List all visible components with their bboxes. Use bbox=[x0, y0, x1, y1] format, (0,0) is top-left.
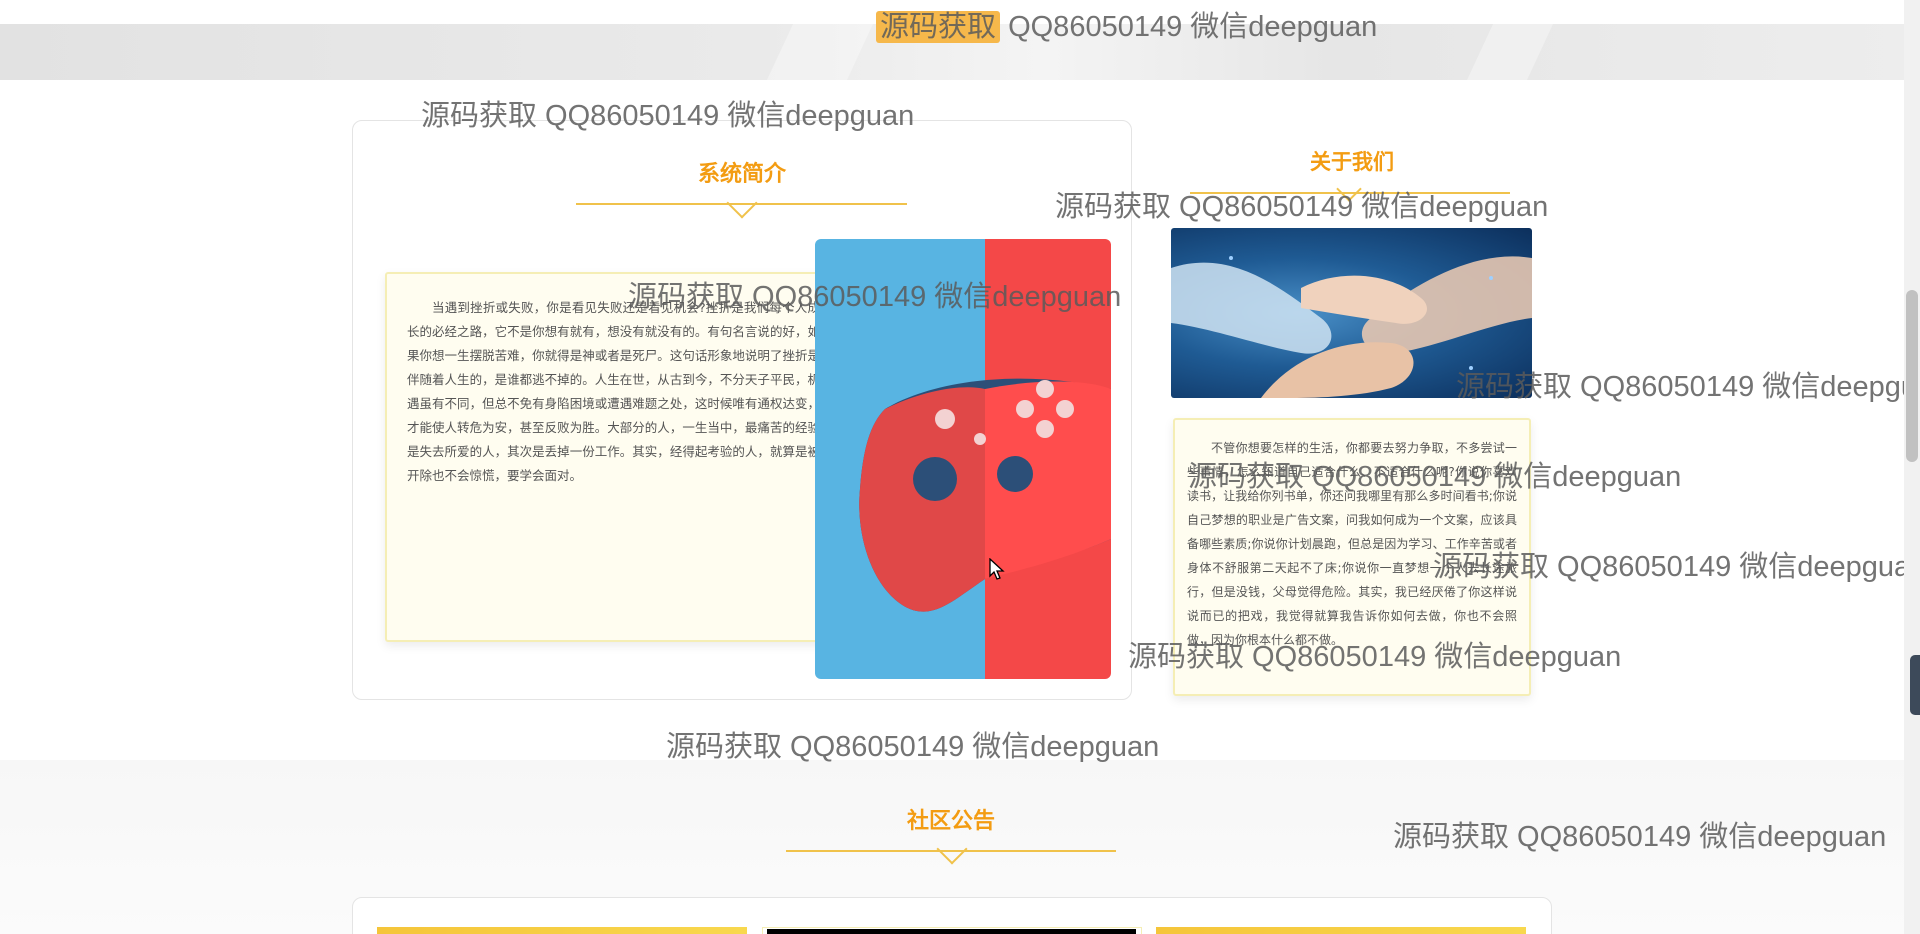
side-panel-handle[interactable] bbox=[1910, 655, 1920, 715]
notice-title: 社区公告 bbox=[906, 809, 995, 834]
teamwork-hands-image bbox=[1171, 228, 1532, 398]
about-title-chevron-icon bbox=[1336, 176, 1362, 202]
about-text: 不管你想要怎样的生活，你都要去努力争取，不多尝试一些事情，怎么知道自己适合什么、… bbox=[1187, 441, 1517, 647]
about-title: 关于我们 bbox=[1310, 150, 1394, 174]
scrollbar-thumb[interactable] bbox=[1906, 290, 1918, 462]
notice-item-image bbox=[767, 929, 1136, 934]
top-strip bbox=[0, 0, 1904, 24]
game-controller-image bbox=[815, 239, 1111, 679]
intro-text-box: 当遇到挫折或失败，你是看见失败还是看见机会?挫折是我们每个人成长的必经之路，它不… bbox=[385, 272, 842, 642]
intro-text: 当遇到挫折或失败，你是看见失败还是看见机会?挫折是我们每个人成长的必经之路，它不… bbox=[407, 300, 820, 483]
teamwork-hands-icon bbox=[1171, 256, 1532, 398]
game-controller-icon bbox=[859, 378, 1111, 612]
intro-title: 系统简介 bbox=[697, 162, 786, 187]
notice-item[interactable] bbox=[1156, 927, 1526, 934]
page-scrollbar[interactable] bbox=[1904, 0, 1920, 934]
banner-window-pane bbox=[1466, 24, 1554, 80]
about-text-box: 不管你想要怎样的生活，你都要去努力争取，不多尝试一些事情，怎么知道自己适合什么、… bbox=[1173, 418, 1531, 696]
mouse-pointer-icon bbox=[989, 558, 1005, 580]
notice-item[interactable] bbox=[377, 927, 747, 934]
watermark: 源码获取 QQ86050149 微信deepguan bbox=[666, 731, 1160, 763]
banner-strip bbox=[0, 24, 1904, 80]
banner-window-pane bbox=[766, 24, 874, 80]
